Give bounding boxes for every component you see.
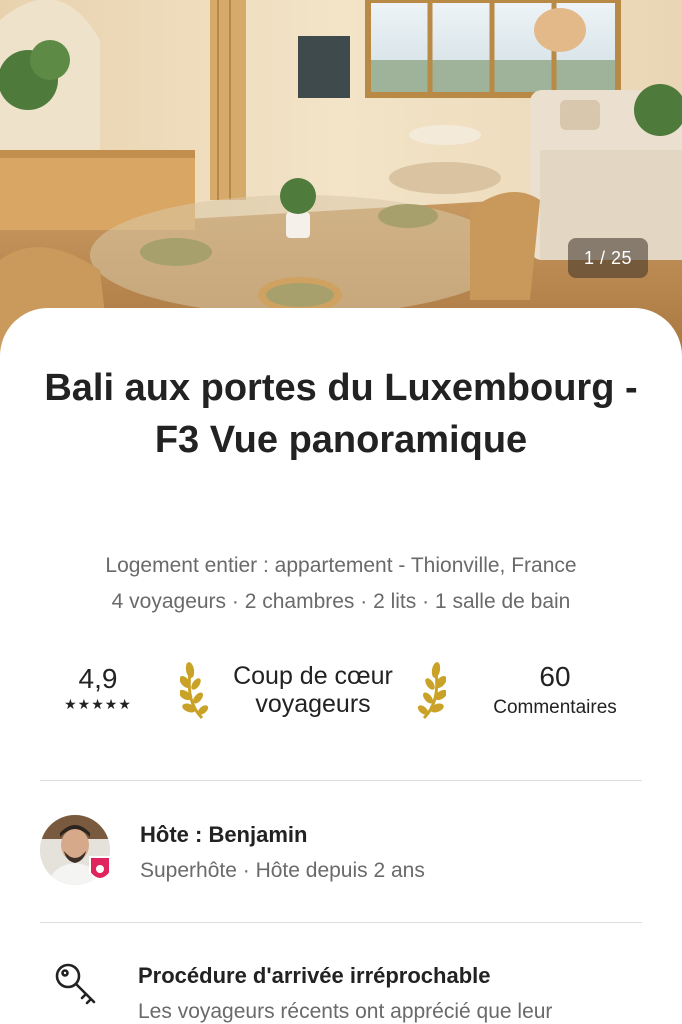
- divider: [40, 922, 642, 923]
- superhost-badge-icon: [89, 856, 111, 880]
- reviews-count: 60: [539, 661, 571, 692]
- listing-title: Bali aux portes du Luxembourg - F3 Vue p…: [44, 367, 638, 461]
- listing-capacity: 4 voyageurs · 2 chambres · 2 lits · 1 sa…: [111, 590, 571, 613]
- laurel-right-icon: [417, 662, 446, 720]
- key-icon: [55, 963, 96, 1005]
- rating-stars: ★★★★★: [64, 696, 132, 712]
- listing-type-location: Logement entier : appartement - Thionvil…: [105, 554, 577, 577]
- listing-photo[interactable]: 1 / 25: [0, 0, 682, 360]
- host-section[interactable]: Hôte : Benjamin Superhôte · Hôte depuis …: [40, 815, 642, 887]
- living-room-photo: [0, 0, 682, 360]
- host-name: Hôte : Benjamin: [140, 822, 308, 847]
- highlight-item: Procédure d'arrivée irréprochable Les vo…: [40, 950, 642, 1024]
- rating-value: 4,9: [78, 663, 118, 694]
- listing-details-sheet: Bali aux portes du Luxembourg - F3 Vue p…: [0, 308, 682, 1024]
- divider: [40, 780, 642, 781]
- rating-block: 4,9 ★★★★★: [48, 662, 148, 712]
- guest-favorite-stats[interactable]: 4,9 ★★★★★ Coup de cœur voyageurs 60 Comm…: [40, 658, 642, 728]
- reviews-link[interactable]: 60 Commentaires: [470, 658, 640, 720]
- highlight-title: Procédure d'arrivée irréprochable: [138, 963, 491, 988]
- host-avatar[interactable]: [40, 815, 112, 887]
- reviews-label: Commentaires: [493, 697, 617, 718]
- laurel-left-icon: [180, 662, 209, 720]
- host-meta: Superhôte · Hôte depuis 2 ans: [140, 859, 425, 882]
- guest-favorite-label: Coup de cœur voyageurs: [233, 662, 393, 718]
- highlight-description: Les voyageurs récents ont apprécié que l…: [138, 1000, 553, 1023]
- photo-counter: 1 / 25: [568, 238, 648, 278]
- listing-summary: Logement entier : appartement - Thionvil…: [20, 548, 662, 620]
